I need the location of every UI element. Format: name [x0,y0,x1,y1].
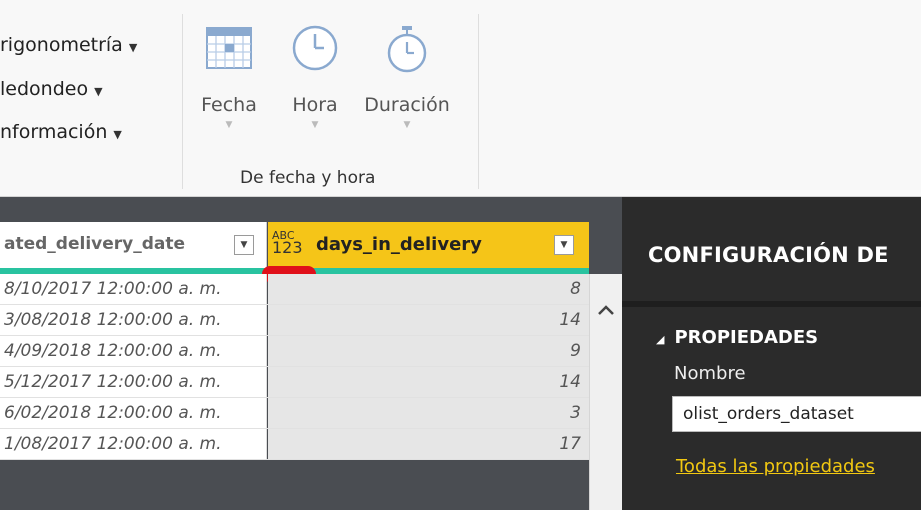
rounding-label: ledondeo [0,78,89,100]
table-row: 8/10/2017 12:00:00 a. m. 8 [0,274,589,305]
duration-button-label: Duración [364,94,450,116]
information-label: nformación [0,121,108,143]
ribbon-group-separator [478,14,479,189]
stopwatch-icon [387,26,427,73]
column-title: days_in_delivery [316,234,482,255]
date-cell[interactable]: 5/12/2017 12:00:00 a. m. [0,367,267,397]
duration-button[interactable]: Duración ▼ [362,24,452,164]
date-value: 4/09/2018 12:00:00 a. m. [4,341,222,361]
date-cell[interactable]: 1/08/2017 12:00:00 a. m. [0,429,267,459]
date-button-label: Fecha [201,94,257,116]
date-cell[interactable]: 4/09/2018 12:00:00 a. m. [0,336,267,366]
calendar-icon [206,27,252,69]
date-value: 1/08/2017 12:00:00 a. m. [4,434,222,454]
panel-divider [622,301,921,307]
vertical-scrollbar[interactable] [589,274,623,510]
date-value: 5/12/2017 12:00:00 a. m. [4,372,222,392]
any-type-icon[interactable]: ABC 123 [272,230,303,257]
days-cell[interactable]: 17 [268,429,589,459]
chevron-down-icon: ▼ [113,128,122,141]
column-filter-button[interactable]: ▼ [554,235,574,255]
days-cell[interactable]: 3 [268,398,589,428]
date-value: 3/08/2018 12:00:00 a. m. [4,310,222,330]
chevron-down-icon: ▼ [128,41,138,54]
days-cell[interactable]: 8 [268,274,589,304]
panel-title: CONFIGURACIÓN DE [648,243,889,267]
date-cell[interactable]: 8/10/2017 12:00:00 a. m. [0,274,267,304]
clock-icon [292,25,338,71]
properties-section-header[interactable]: ◢ PROPIEDADES [656,327,818,348]
trigonometry-menu-button[interactable]: rigonometría ▼ [0,34,137,56]
table-row: 5/12/2017 12:00:00 a. m. 14 [0,367,589,398]
trigonometry-label: rigonometría [0,34,123,56]
column-title: ated_delivery_date [4,234,186,254]
date-value: 6/02/2018 12:00:00 a. m. [4,403,222,423]
datetime-group-label: De fecha y hora [240,168,376,188]
table-row: 1/08/2017 12:00:00 a. m. 17 [0,429,589,460]
ribbon: rigonometría ▼ ledondeo ▼ nformación ▼ Fech… [0,0,921,197]
query-settings-panel: CONFIGURACIÓN DE ◢ PROPIEDADES Nombre Tod… [622,197,921,510]
chevron-down-icon: ▼ [94,85,103,98]
time-button-label: Hora [292,94,338,116]
date-cell[interactable]: 6/02/2018 12:00:00 a. m. [0,398,267,428]
column-filter-button[interactable]: ▼ [234,235,254,255]
days-cell[interactable]: 14 [268,305,589,335]
table-row: 6/02/2018 12:00:00 a. m. 3 [0,398,589,429]
table-row: 3/08/2018 12:00:00 a. m. 14 [0,305,589,336]
all-properties-link[interactable]: Todas las propiedades [676,456,875,477]
properties-label: PROPIEDADES [674,327,819,348]
date-value: 8/10/2017 12:00:00 a. m. [4,279,222,299]
date-cell[interactable]: 3/08/2018 12:00:00 a. m. [0,305,267,335]
table-row: 4/09/2018 12:00:00 a. m. 9 [0,336,589,367]
chevron-down-icon: ▼ [225,120,233,130]
ribbon-top-edge [0,0,921,10]
time-button[interactable]: Hora ▼ [270,24,360,164]
collapse-triangle-icon[interactable]: ◢ [656,333,664,346]
data-rows: 8/10/2017 12:00:00 a. m. 8 3/08/2018 12:… [0,274,589,460]
date-button[interactable]: Fecha ▼ [184,24,274,164]
column-header-estimated-delivery-date[interactable]: ated_delivery_date ▼ [0,222,267,268]
rounding-menu-button[interactable]: ledondeo ▼ [0,78,103,100]
chevron-down-icon: ▼ [403,120,411,130]
chevron-down-icon: ▼ [311,120,319,130]
type-badge-number: 123 [272,238,303,257]
information-menu-button[interactable]: nformación ▼ [0,121,122,143]
chevron-up-icon[interactable] [597,304,615,316]
column-header-days-in-delivery[interactable]: ABC 123 days_in_delivery ▼ [268,222,589,268]
days-cell[interactable]: 9 [268,336,589,366]
query-name-input[interactable] [672,396,921,432]
days-cell[interactable]: 14 [268,367,589,397]
name-label: Nombre [674,363,746,384]
ribbon-group-separator [182,14,183,189]
